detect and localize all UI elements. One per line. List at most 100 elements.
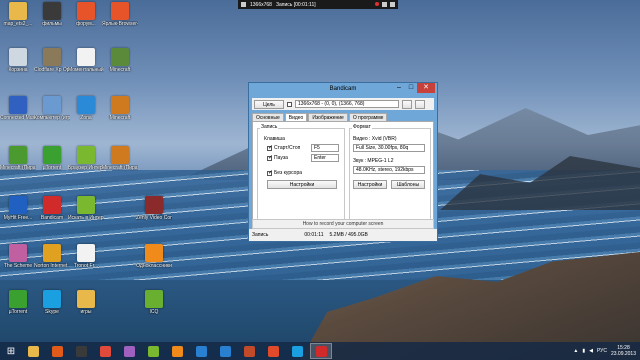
desktop-icon[interactable]: Minecraft (Пиратка) (0, 146, 36, 180)
pause-key-field[interactable]: Enter (311, 154, 339, 162)
desktop-icon-label: Одноклассники (136, 263, 172, 269)
desktop-icon[interactable]: Корзина (2, 48, 34, 82)
taskbar-item[interactable] (94, 343, 116, 359)
network-icon[interactable]: ▮ (582, 348, 585, 354)
icq-icon (145, 290, 163, 308)
area-menu-button[interactable] (402, 99, 412, 109)
bandicam-icon (43, 196, 61, 214)
desktop-icon[interactable]: MyHit Free... (2, 196, 34, 230)
start-button[interactable]: ⊞ (0, 342, 22, 360)
target-toolbar: Цель 1366x768 - (0, 0), (1366, 768) (252, 98, 434, 110)
clock[interactable]: 15:28 23.09.2013 (611, 345, 636, 357)
desktop-icon-label: Моментальный Ярлык (68, 67, 104, 73)
desktop-icon[interactable]: форум... (70, 2, 102, 36)
app-icon (9, 196, 27, 214)
taskbar-item[interactable] (310, 343, 332, 359)
pause-checkbox[interactable] (267, 154, 273, 161)
system-tray: ▲ ▮ ◀ РУС 15:28 23.09.2013 (573, 345, 640, 357)
desktop-icon[interactable]: µTorrent (36, 146, 68, 180)
desktop-icon[interactable]: Моментальный Ярлык (68, 48, 104, 82)
camera-icon[interactable] (382, 2, 387, 7)
close-button[interactable]: ✕ (417, 83, 435, 93)
desktop-icon[interactable]: Connected Music po... (0, 96, 36, 130)
desktop-icon[interactable]: Minecraft (104, 48, 136, 82)
desktop-icon[interactable]: Браузер Интернет (68, 146, 104, 180)
mailru-icon (195, 345, 207, 357)
audio-settings-field: 48.0KHz, stereo, 192kbps (353, 166, 425, 174)
video-codec-label: Видео : Xvid (VBR) (353, 136, 397, 142)
language-indicator[interactable]: РУС (597, 348, 607, 354)
taskbar-item[interactable] (166, 343, 188, 359)
taskbar-item[interactable] (70, 343, 92, 359)
bluestack-icon (147, 345, 159, 357)
folder-icon (9, 2, 27, 20)
folder-icon (77, 290, 95, 308)
start-stop-key-field[interactable]: F5 (311, 144, 339, 152)
area-checkbox[interactable] (287, 101, 292, 107)
desktop-icon-label: ICQ (149, 309, 159, 315)
taskbar-item[interactable] (262, 343, 284, 359)
taskbar-item[interactable] (142, 343, 164, 359)
record-icon[interactable] (375, 2, 379, 6)
stop-icon[interactable] (241, 2, 246, 7)
skype-icon (291, 345, 303, 357)
taskbar-item[interactable] (190, 343, 212, 359)
tray-arrow-icon[interactable]: ▲ (573, 348, 578, 354)
start-stop-row: Старт/Стоп (267, 144, 300, 151)
desktop-icon[interactable]: Zona (70, 96, 102, 130)
minecraft-icon (9, 146, 27, 164)
minimize-button[interactable]: – (393, 83, 405, 93)
desktop-icon[interactable]: игры (70, 290, 102, 324)
taskbar-item[interactable] (286, 343, 308, 359)
desktop-icon-label: Minecraft (Пиратка) (102, 165, 138, 171)
maximize-button[interactable]: □ (405, 83, 417, 93)
help-link[interactable]: How to record your computer screen (252, 219, 434, 229)
desktop-icon[interactable]: Ярлык-Browser-Ga... (102, 2, 138, 36)
desktop-icon[interactable]: ICQ (138, 290, 170, 324)
no-cursor-row: Без курсора (267, 169, 302, 176)
status-size: 5.2MB / 495.0GB (329, 232, 368, 238)
taskbar-item[interactable] (238, 343, 260, 359)
desktop-icon[interactable]: Clodflare Xp Opera Ex... (34, 48, 70, 82)
format-settings-button[interactable]: Настройки (353, 180, 387, 189)
desktop-icon[interactable]: The Scheme (2, 244, 34, 278)
desktop-icon[interactable]: фильмы (36, 2, 68, 36)
no-cursor-checkbox[interactable] (267, 169, 273, 176)
taskbar: ⊞ ▲ ▮ ◀ РУС 15:28 23.09.2013 (0, 342, 640, 360)
volume-icon[interactable]: ◀ (589, 348, 593, 354)
start-stop-checkbox[interactable] (267, 144, 273, 151)
record-settings-button[interactable]: Настройки (267, 180, 337, 189)
utorrent-icon (9, 290, 27, 308)
area-field[interactable]: 1366x768 - (0, 0), (1366, 768) (295, 100, 399, 108)
zona-icon (77, 96, 95, 114)
close-icon[interactable] (390, 2, 395, 7)
desktop-icon-label: Skype (45, 309, 59, 315)
window-titlebar[interactable]: Bandicam – □ ✕ (249, 83, 437, 97)
taskbar-item[interactable] (214, 343, 236, 359)
desktop-icon[interactable]: Zenly Video Converter (136, 196, 172, 230)
desktop-icon[interactable]: Компьютер (игры) (34, 96, 70, 130)
desktop-icon-label: Clodflare Xp Opera Ex... (34, 67, 70, 73)
desktop-icon[interactable]: Minecraft (Пиратка) (102, 146, 138, 180)
target-button[interactable]: Цель (254, 99, 284, 109)
taskbar-item[interactable] (46, 343, 68, 359)
hotkey-label: Клавиша (263, 136, 286, 142)
recycle-bin-icon (9, 48, 27, 66)
desktop-icon[interactable]: µTorrent (2, 290, 34, 324)
desktop-icon[interactable]: Одноклассники (136, 244, 172, 278)
desktop-icon[interactable]: Minecraft (104, 96, 136, 130)
desktop-icon[interactable]: Bandicam (36, 196, 68, 230)
desktop-icon[interactable]: Tronot Fr... (70, 244, 102, 278)
utorrent-icon (43, 146, 61, 164)
media-player-icon (51, 345, 63, 357)
fullscreen-button[interactable] (415, 99, 425, 109)
presets-button[interactable]: Шаблоны (391, 180, 425, 189)
taskbar-item[interactable] (118, 343, 140, 359)
taskbar-item[interactable] (22, 343, 44, 359)
desktop-icon-label: Компьютер (игры) (34, 115, 70, 121)
video-icon (43, 2, 61, 20)
desktop-icon[interactable]: Norton Internet... (34, 244, 70, 278)
desktop-icon[interactable]: Искать в Интернете (68, 196, 104, 230)
desktop-icon[interactable]: Skype (36, 290, 68, 324)
desktop-icon[interactable]: map_ets2_... (2, 2, 34, 36)
